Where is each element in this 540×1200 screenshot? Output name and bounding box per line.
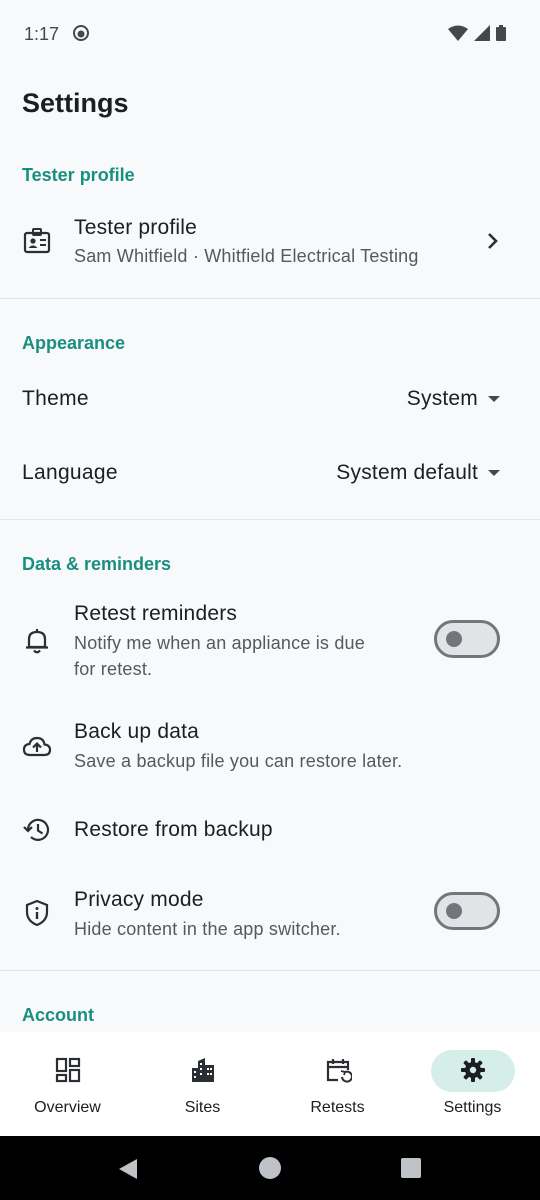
battery-icon	[496, 25, 506, 41]
language-value: System default	[336, 461, 478, 484]
wifi-icon	[448, 25, 468, 41]
shield-info-icon	[25, 899, 49, 927]
gear-icon	[460, 1058, 485, 1082]
nav-sites-label: Sites	[184, 1099, 221, 1116]
nav-retests-label: Retests	[310, 1099, 365, 1116]
recents-icon[interactable]	[401, 1158, 421, 1178]
section-header-data-reminders: Data & reminders	[22, 554, 172, 574]
status-bar: 1:17	[0, 0, 540, 68]
privacy-mode-subtitle: Hide content in the app switcher.	[74, 919, 341, 939]
nav-settings[interactable]: Settings	[405, 1032, 540, 1136]
nav-settings-label: Settings	[443, 1099, 502, 1116]
backup-title: Back up data	[74, 720, 199, 743]
building-icon	[191, 1058, 214, 1082]
badge-icon	[23, 228, 51, 254]
retest-reminders-row[interactable]: Retest reminders Notify me when an appli…	[0, 590, 540, 690]
section-header-tester-profile: Tester profile	[22, 165, 135, 185]
language-row[interactable]: Language System default	[0, 437, 540, 509]
restore-title: Restore from backup	[74, 818, 273, 841]
divider	[0, 970, 540, 971]
toggle-knob	[446, 631, 462, 647]
language-label: Language	[22, 461, 118, 484]
retest-reminders-subtitle-2: for retest.	[74, 659, 153, 679]
retest-reminders-title: Retest reminders	[74, 602, 238, 625]
chevron-right-icon	[488, 233, 498, 249]
bottom-navigation: Overview Sites Retests Settings	[0, 1032, 540, 1136]
system-navigation-bar	[0, 1136, 540, 1200]
backup-row[interactable]: Back up data Save a backup file you can …	[0, 708, 540, 788]
cloud-upload-icon	[22, 736, 52, 757]
privacy-mode-toggle[interactable]	[434, 892, 500, 930]
tester-profile-title: Tester profile	[74, 216, 198, 239]
signal-icon	[474, 25, 490, 41]
toggle-knob	[446, 903, 462, 919]
privacy-mode-title: Privacy mode	[74, 888, 204, 911]
theme-row[interactable]: Theme System	[0, 363, 540, 435]
back-icon[interactable]	[118, 1158, 138, 1180]
nav-sites[interactable]: Sites	[135, 1032, 270, 1136]
privacy-mode-row[interactable]: Privacy mode Hide content in the app swi…	[0, 876, 540, 956]
tester-profile-item[interactable]: Tester profile Sam Whitfield · Whitfield…	[0, 200, 540, 298]
bell-icon	[26, 629, 48, 654]
section-header-account: Account	[22, 1005, 94, 1025]
theme-dropdown[interactable]: System	[407, 387, 500, 411]
restore-row[interactable]: Restore from backup	[0, 800, 540, 860]
page-title: Settings	[22, 88, 129, 118]
dropdown-caret-icon	[488, 470, 500, 476]
nav-overview[interactable]: Overview	[0, 1032, 135, 1136]
language-dropdown[interactable]: System default	[336, 461, 500, 485]
retest-reminders-subtitle-1: Notify me when an appliance is due	[74, 633, 365, 653]
backup-subtitle: Save a backup file you can restore later…	[74, 751, 403, 771]
divider	[0, 519, 540, 520]
tester-profile-subtitle: Sam Whitfield · Whitfield Electrical Tes…	[74, 246, 419, 266]
dashboard-icon	[55, 1057, 80, 1083]
dropdown-caret-icon	[488, 396, 500, 402]
status-time: 1:17	[24, 24, 60, 44]
calendar-history-icon	[326, 1059, 352, 1083]
nav-overview-label: Overview	[34, 1099, 101, 1116]
history-icon	[23, 818, 50, 841]
retest-reminders-toggle[interactable]	[434, 620, 500, 658]
app-notification-icon	[73, 25, 89, 41]
theme-label: Theme	[22, 387, 89, 410]
status-icons	[448, 25, 506, 41]
nav-retests[interactable]: Retests	[270, 1032, 405, 1136]
divider	[0, 298, 540, 299]
theme-value: System	[406, 387, 478, 410]
home-icon[interactable]	[259, 1157, 281, 1179]
section-header-appearance: Appearance	[22, 333, 126, 353]
